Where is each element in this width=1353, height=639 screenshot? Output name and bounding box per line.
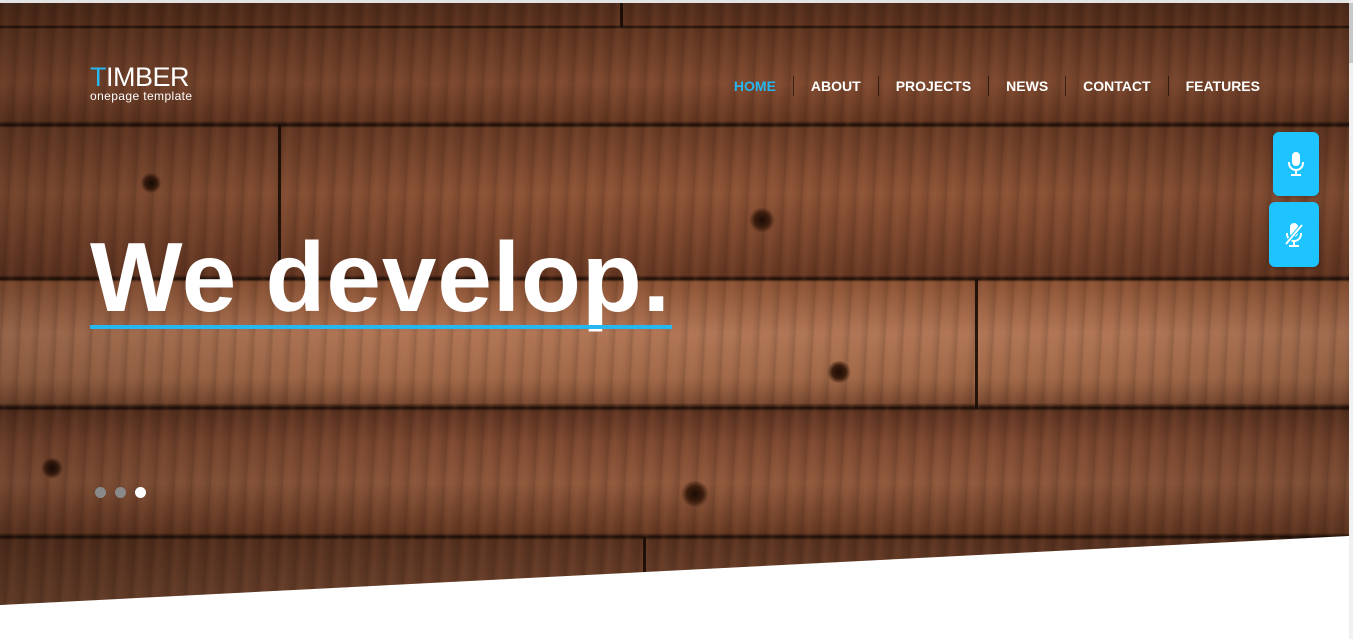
nav-home[interactable]: HOME bbox=[717, 76, 793, 96]
main-nav: HOME ABOUT PROJECTS NEWS CONTACT FEATURE… bbox=[717, 76, 1277, 96]
hero-headline: We develop. bbox=[90, 222, 672, 332]
hero-headline-text: We develop. bbox=[90, 222, 672, 332]
logo-first-letter: T bbox=[90, 62, 107, 92]
slider-dot-1[interactable] bbox=[95, 487, 106, 498]
top-border bbox=[0, 0, 1353, 3]
page-scrollbar-thumb[interactable] bbox=[1349, 3, 1353, 63]
voice-stop-button[interactable] bbox=[1269, 202, 1319, 267]
nav-about[interactable]: ABOUT bbox=[792, 76, 878, 96]
slider-dot-3[interactable] bbox=[135, 487, 146, 498]
page-scrollbar-track[interactable] bbox=[1349, 0, 1353, 639]
logo-title: TIMBER bbox=[90, 63, 192, 91]
microphone-icon bbox=[1288, 152, 1304, 176]
slider-pagination bbox=[95, 487, 146, 498]
nav-features[interactable]: FEATURES bbox=[1167, 76, 1277, 96]
nav-projects[interactable]: PROJECTS bbox=[877, 76, 988, 96]
nav-news[interactable]: NEWS bbox=[988, 76, 1065, 96]
voice-start-button[interactable] bbox=[1273, 132, 1319, 196]
logo-rest: IMBER bbox=[106, 62, 190, 92]
microphone-off-icon bbox=[1284, 222, 1304, 247]
slider-dot-2[interactable] bbox=[115, 487, 126, 498]
logo-tagline: onepage template bbox=[90, 89, 193, 103]
nav-contact[interactable]: CONTACT bbox=[1065, 76, 1167, 96]
headline-underline bbox=[90, 325, 672, 329]
site-logo[interactable]: TIMBER onepage template bbox=[90, 63, 192, 103]
